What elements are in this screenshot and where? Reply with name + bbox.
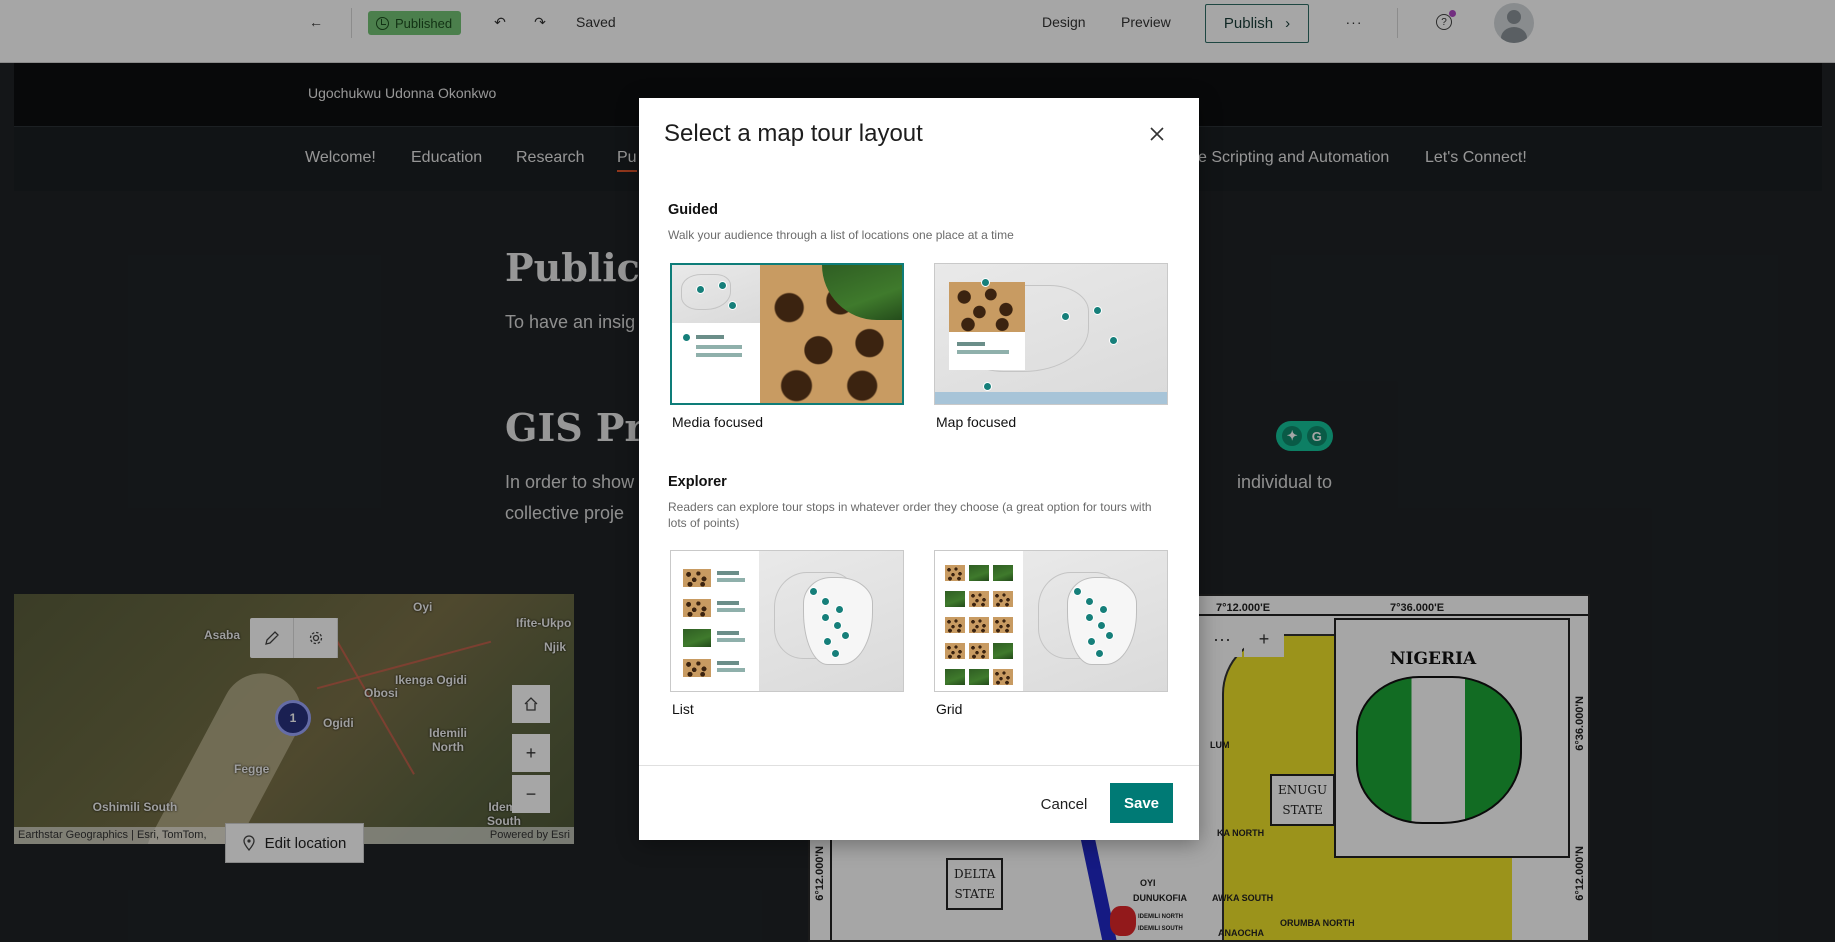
layout-option-label: Grid	[936, 701, 963, 717]
grid-thumbnail	[934, 550, 1168, 692]
list-thumbnail	[670, 550, 904, 692]
thumb-water	[935, 392, 1167, 404]
layout-option-label: Media focused	[672, 414, 764, 430]
close-icon[interactable]	[1143, 120, 1171, 148]
layout-option-label: List	[672, 701, 694, 717]
map-tour-layout-dialog: Select a map tour layout Guided Walk you…	[639, 98, 1199, 840]
layout-option-media-focused[interactable]: Media focused	[670, 263, 904, 430]
map-focused-thumbnail	[934, 263, 1168, 405]
explorer-section-title: Explorer	[668, 474, 727, 490]
thumb-giraffe-photo	[949, 282, 1025, 332]
layout-option-label: Map focused	[936, 414, 1017, 430]
save-button[interactable]: Save	[1110, 783, 1173, 823]
guided-section-title: Guided	[668, 202, 718, 218]
dialog-footer-divider	[639, 765, 1199, 766]
cancel-button[interactable]: Cancel	[1034, 785, 1094, 823]
thumb-map	[672, 265, 760, 323]
layout-option-list[interactable]: List	[670, 550, 904, 717]
guided-section-description: Walk your audience through a list of loc…	[668, 228, 1014, 242]
dialog-title: Select a map tour layout	[664, 120, 923, 147]
layout-option-grid[interactable]: Grid	[934, 550, 1168, 717]
media-focused-thumbnail	[670, 263, 904, 405]
layout-option-map-focused[interactable]: Map focused	[934, 263, 1168, 430]
explorer-section-description: Readers can explore tour stops in whatev…	[668, 500, 1152, 530]
